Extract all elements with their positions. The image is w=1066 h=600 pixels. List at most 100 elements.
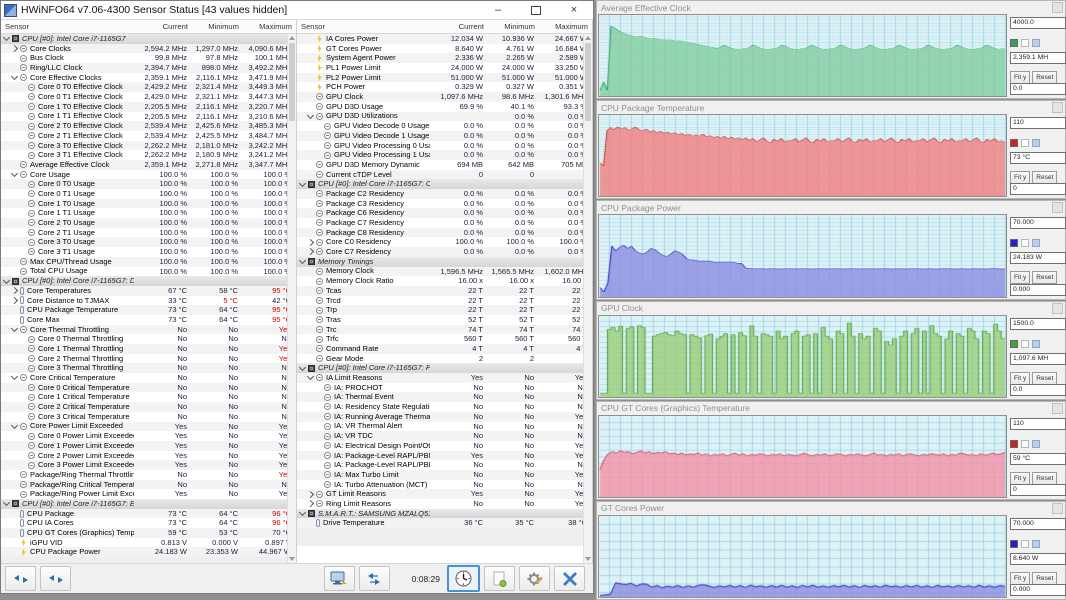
series-color-swatch[interactable]: [1010, 239, 1018, 247]
sensor-row[interactable]: Core 0 T0 Usage100.0 %100.0 %100.0 %: [1, 179, 296, 189]
sensor-row[interactable]: Core C0 Residency100.0 %100.0 %100.0 %: [297, 237, 592, 247]
chevron-right-icon[interactable]: [11, 287, 18, 294]
graph-corner-button[interactable]: [1052, 2, 1063, 13]
sensor-row[interactable]: Core 2 Thermal ThrottlingNoNoYes: [1, 354, 296, 364]
sensor-row[interactable]: IA: Running Average Thermal LimitNoNoYes: [297, 412, 592, 422]
sensor-row[interactable]: System Agent Power2.336 W2.265 W2.589 W: [297, 53, 592, 63]
sensor-row[interactable]: GT Limit ReasonsYesNoYes: [297, 489, 592, 499]
sensor-row[interactable]: IA: Package-Level RAPL/PBM PL2,PL3NoNoNo: [297, 460, 592, 470]
background-color-swatch[interactable]: [1021, 239, 1029, 247]
sensor-row[interactable]: IA Limit ReasonsYesNoYes: [297, 373, 592, 383]
maximize-button[interactable]: [517, 2, 555, 19]
sensor-row[interactable]: Core 3 Thermal ThrottlingNoNoNo: [1, 363, 296, 373]
chevron-right-icon[interactable]: [307, 491, 314, 498]
reset-button[interactable]: Reset: [1032, 472, 1057, 485]
y-min-input[interactable]: 0.0: [1010, 384, 1066, 396]
sensor-row[interactable]: GPU D3D Usage69.9 %40.1 %93.3 %: [297, 102, 592, 112]
y-min-input[interactable]: 0: [1010, 183, 1066, 195]
chevron-right-icon[interactable]: [11, 45, 18, 52]
sensor-group-header[interactable]: Memory Timings: [297, 257, 592, 267]
sensor-row[interactable]: IA: Turbo Attenuation (MCT)NoNoNo: [297, 480, 592, 490]
sensor-row[interactable]: Package C2 Residency0.0 %0.0 %0.0 %: [297, 189, 592, 199]
sensor-row[interactable]: CPU IA Cores73 °C64 °C96 °C: [1, 518, 296, 528]
y-max-input[interactable]: 110: [1010, 418, 1066, 430]
sensor-row[interactable]: Core 3 T0 Usage100.0 %100.0 %100.0 %: [1, 237, 296, 247]
sensor-row[interactable]: IA: Electrical Design Point/Other (ICC..…: [297, 441, 592, 451]
scrollbar-right-pane[interactable]: [583, 34, 592, 563]
sensor-row[interactable]: Core 2 T0 Usage100.0 %100.0 %100.0 %: [1, 218, 296, 228]
series-color-swatch[interactable]: [1010, 139, 1018, 147]
fit-y-button[interactable]: Fit y: [1010, 572, 1030, 585]
sensor-row[interactable]: Memory Clock Ratio16.00 x16.00 x16.00 x: [297, 276, 592, 286]
fit-y-button[interactable]: Fit y: [1010, 171, 1030, 184]
y-max-input[interactable]: 1500.0: [1010, 318, 1066, 330]
sensor-row[interactable]: Core 0 Critical TemperatureNoNoNo: [1, 383, 296, 393]
sensor-row[interactable]: Command Rate4 T4 T4 T: [297, 344, 592, 354]
background-color-swatch[interactable]: [1021, 440, 1029, 448]
sensor-row[interactable]: Trc74 T74 T74 T: [297, 325, 592, 335]
sensor-row[interactable]: PL1 Power Limit24.000 W24.000 W33.250 W: [297, 63, 592, 73]
series-color-swatch[interactable]: [1010, 340, 1018, 348]
sensor-row[interactable]: Package C6 Residency0.0 %0.0 %0.0 %: [297, 208, 592, 218]
chevron-down-icon[interactable]: [299, 257, 306, 264]
col-maximum[interactable]: Maximum: [539, 20, 592, 33]
sensor-row[interactable]: Core 0 T1 Effective Clock2,429.0 MHz2,32…: [1, 92, 296, 102]
series-color-swatch[interactable]: [1010, 440, 1018, 448]
settings-button[interactable]: [519, 566, 550, 591]
grid-color-swatch[interactable]: [1032, 239, 1040, 247]
sensor-row[interactable]: Core 2 T1 Effective Clock2,539.4 MHz2,42…: [1, 131, 296, 141]
y-max-input[interactable]: 70.000: [1010, 518, 1066, 530]
sensor-row[interactable]: Current cTDP Level000: [297, 170, 592, 180]
chevron-right-icon[interactable]: [307, 500, 314, 507]
sensor-group-header[interactable]: CPU [#0]: Intel Core i7-1165G7: C-State …: [297, 179, 592, 189]
sensor-row[interactable]: Core 0 Power Limit ExceededYesNoYes: [1, 431, 296, 441]
scrollbar-left-pane[interactable]: [287, 34, 296, 563]
sensor-row[interactable]: PCH Power0.329 W0.327 W0.351 W: [297, 82, 592, 92]
sensor-row[interactable]: GPU Video Decode 1 Usage0.0 %0.0 %0.0 %: [297, 131, 592, 141]
sensor-row[interactable]: Core 1 T1 Usage100.0 %100.0 %100.0 %: [1, 208, 296, 218]
grid-color-swatch[interactable]: [1032, 39, 1040, 47]
sensor-row[interactable]: Average Effective Clock2,359.1 MHz2,271.…: [1, 160, 296, 170]
chevron-down-icon[interactable]: [3, 276, 10, 283]
sensor-row[interactable]: Drive Temperature36 °C35 °C38 °C: [297, 518, 592, 528]
chevron-down-icon[interactable]: [307, 373, 314, 380]
col-maximum[interactable]: Maximum: [243, 20, 296, 33]
sensor-row[interactable]: Gear Mode222: [297, 354, 592, 364]
sensor-row[interactable]: Trcd22 T22 T22 T: [297, 296, 592, 306]
sensor-row[interactable]: Core 0 Thermal ThrottlingNoNoNo: [1, 334, 296, 344]
y-max-input[interactable]: 110: [1010, 117, 1066, 129]
reset-button[interactable]: Reset: [1032, 271, 1057, 284]
sensor-row[interactable]: Core 1 Critical TemperatureNoNoNo: [1, 392, 296, 402]
sensor-row[interactable]: Core 0 T0 Effective Clock2,429.2 MHz2,32…: [1, 82, 296, 92]
sensor-row[interactable]: GPU Video Processing 1 Usage0.0 %0.0 %0.…: [297, 150, 592, 160]
sensor-row[interactable]: Core C7 Residency0.0 %0.0 %0.0 %: [297, 247, 592, 257]
sensor-group-header[interactable]: S.M.A.R.T.: SAMSUNG MZALQ512HALU-0...: [297, 509, 592, 519]
sensor-row[interactable]: Core 1 T1 Effective Clock2,205.5 MHz2,11…: [1, 112, 296, 122]
sensor-row[interactable]: IA: VR TDCNoNoNo: [297, 431, 592, 441]
sensor-row[interactable]: Core 3 T1 Effective Clock2,262.2 MHz2,18…: [1, 150, 296, 160]
grid-color-swatch[interactable]: [1032, 139, 1040, 147]
grid-color-swatch[interactable]: [1032, 340, 1040, 348]
reset-button[interactable]: Reset: [1032, 71, 1057, 84]
col-minimum[interactable]: Minimum: [192, 20, 243, 33]
fit-y-button[interactable]: Fit y: [1010, 372, 1030, 385]
remote-monitor-button[interactable]: [324, 566, 355, 591]
chevron-down-icon[interactable]: [11, 422, 18, 429]
sensor-row[interactable]: GPU Clock1,097.6 MHz98.6 MHz1,301.6 MHz: [297, 92, 592, 102]
sensor-row[interactable]: Package/Ring Power Limit ExceededYesNoYe…: [1, 489, 296, 499]
sensor-row[interactable]: Core Critical TemperatureNoNoNo: [1, 373, 296, 383]
sensor-group-header[interactable]: CPU [#0]: Intel Core i7-1165G7: Perform.…: [297, 363, 592, 373]
sensor-row[interactable]: CPU Package Power24.183 W23.353 W44.967 …: [1, 547, 296, 557]
sensor-row[interactable]: CPU Package Temperature73 °C64 °C95 °C: [1, 305, 296, 315]
y-min-input[interactable]: 0.0: [1010, 83, 1066, 95]
minimize-button[interactable]: –: [479, 2, 517, 19]
reset-button[interactable]: Reset: [1032, 171, 1057, 184]
report-button[interactable]: [484, 566, 515, 591]
sensor-row[interactable]: CPU GT Cores (Graphics) Temperature59 °C…: [1, 528, 296, 538]
sensor-row[interactable]: GPU D3D Memory Dynamic694 MB642 MB705 MB: [297, 160, 592, 170]
sensor-row[interactable]: Max CPU/Thread Usage100.0 %100.0 %100.0 …: [1, 257, 296, 267]
sensor-row[interactable]: Total CPU Usage100.0 %100.0 %100.0 %: [1, 267, 296, 277]
sensor-row[interactable]: Package C7 Residency0.0 %0.0 %0.0 %: [297, 218, 592, 228]
sensor-row[interactable]: Core Distance to TJMAX33 °C5 °C42 °C: [1, 296, 296, 306]
sensor-row[interactable]: GPU D3D Utilizations0.0 %0.0 %: [297, 112, 592, 122]
